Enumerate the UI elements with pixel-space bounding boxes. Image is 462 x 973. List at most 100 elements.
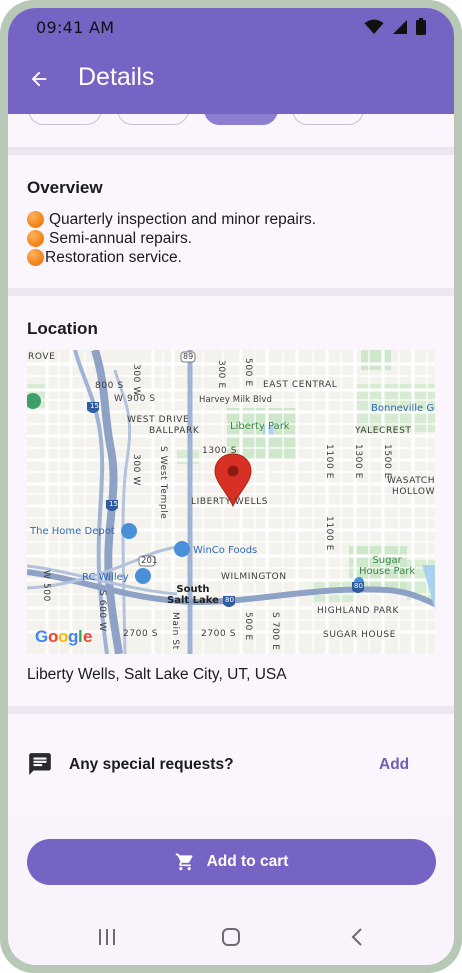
map-label: 1300 E (353, 444, 363, 480)
map-label: S West Temple (158, 446, 168, 520)
map-label: 80 (225, 596, 235, 604)
svg-text:e: e (83, 627, 92, 646)
list-item: Semi-annual repairs. (27, 229, 316, 248)
map-label: 500 E (243, 612, 253, 641)
map-label: WILMINGTON (221, 572, 287, 582)
add-to-cart-button[interactable]: Add to cart (27, 839, 436, 885)
map-label: 89 (183, 352, 194, 361)
overview-title: Overview (27, 178, 103, 197)
arrow-back-icon (28, 68, 50, 95)
map-label: Bonneville Golf (371, 403, 435, 414)
section-divider (8, 147, 454, 155)
svg-text:o: o (58, 627, 68, 646)
map-label: W 500 (41, 570, 51, 602)
map-label: WinCo Foods (193, 545, 258, 556)
option-chips-row (8, 114, 454, 128)
nav-back-button[interactable] (337, 926, 377, 952)
chat-message-icon (27, 751, 53, 777)
recent-apps-button[interactable] (87, 926, 127, 952)
map-label: BALLPARK (149, 426, 200, 436)
page-title: Details (78, 63, 155, 91)
status-bar: 09:41 AM (8, 8, 454, 46)
map-label: The Home Depot (30, 526, 115, 537)
map-label: 800 S (95, 381, 124, 391)
map-label: 15 (90, 402, 100, 410)
map-label: 300 W (131, 364, 141, 396)
nav-back-icon (350, 927, 364, 952)
map-label: 1100 E (324, 516, 334, 552)
map-label: 1300 S (202, 446, 238, 456)
map-label: Liberty Park (230, 421, 290, 432)
section-divider (8, 706, 454, 714)
poi-marker (174, 541, 190, 557)
map-label: 500 E (243, 358, 253, 387)
map-label: WASATCH HOLLOW (387, 476, 435, 497)
map-label: Main St (170, 612, 180, 650)
overview-item-text: Semi-annual repairs. (49, 229, 193, 247)
map-label: LIBERTY WELLS (191, 497, 269, 507)
map-label: SUGAR HOUSE (323, 630, 396, 640)
option-chip[interactable] (117, 114, 189, 125)
location-title: Location (27, 319, 98, 338)
poi-marker (121, 523, 137, 539)
poi-marker (135, 568, 151, 584)
map-label: 1100 E (324, 444, 334, 480)
svg-text:g: g (68, 627, 78, 646)
map-label: South Salt Lake (167, 584, 219, 606)
back-button[interactable] (24, 66, 54, 96)
orange-circle-icon (27, 230, 44, 247)
park-area (227, 408, 297, 460)
map-label: Harvey Milk Blvd (199, 395, 272, 405)
map-label: 2700 S (201, 629, 237, 639)
shopping-cart-icon (175, 852, 195, 872)
map-label: S 600 W (97, 590, 107, 632)
map-label: 201 (141, 556, 158, 566)
special-requests-row: Any special requests? Add (8, 738, 454, 794)
status-icons (364, 18, 426, 40)
status-time: 09:41 AM (36, 18, 115, 37)
map-label: 15 (109, 500, 119, 508)
map-label: ROVE (28, 352, 56, 362)
map-label: 80 (354, 582, 364, 590)
location-map[interactable]: G o o g l e ROVE 89 300 E 500 E 800 S 30… (27, 350, 435, 654)
option-chip[interactable] (292, 114, 364, 125)
app-screen: 09:41 AM Details Overview Quarterly insp… (8, 8, 454, 965)
system-nav-bar (8, 914, 454, 965)
cellular-signal-icon (392, 19, 408, 40)
list-item: Quarterly inspection and minor repairs. (27, 210, 316, 229)
section-divider (8, 288, 454, 296)
map-label: 300 W (131, 454, 141, 486)
map-label: W 900 S (114, 394, 156, 404)
map-label: EAST CENTRAL (263, 380, 338, 390)
overview-list: Quarterly inspection and minor repairs. … (27, 210, 316, 267)
wifi-icon (364, 19, 384, 40)
overview-item-text: Restoration service. (45, 248, 182, 266)
map-label: HIGHLAND PARK (317, 606, 400, 616)
list-item: Restoration service. (27, 248, 316, 267)
google-logo: G o o g l e (35, 627, 92, 646)
svg-text:o: o (48, 627, 58, 646)
top-app-bar: Details (8, 46, 454, 114)
park-area (361, 350, 391, 370)
home-button[interactable] (211, 926, 251, 952)
add-to-cart-label: Add to cart (206, 853, 289, 870)
option-chip-selected[interactable] (204, 114, 278, 125)
option-chip[interactable] (28, 114, 102, 125)
recent-apps-icon (97, 928, 117, 951)
battery-icon (416, 18, 426, 40)
map-label: 300 E (216, 360, 226, 389)
special-requests-label: Any special requests? (69, 756, 234, 773)
orange-circle-icon (27, 249, 44, 266)
orange-circle-icon (27, 211, 44, 228)
location-address: Liberty Wells, Salt Lake City, UT, USA (27, 666, 287, 683)
map-label: 1500 E (382, 444, 392, 480)
map-label: S 700 E (270, 612, 280, 651)
svg-text:G: G (35, 627, 48, 646)
overview-item-text: Quarterly inspection and minor repairs. (49, 210, 317, 228)
map-label: Sugar House Park (359, 555, 416, 577)
home-icon (221, 927, 241, 952)
add-request-button[interactable]: Add (379, 756, 409, 774)
map-label: WEST DRIVE (127, 415, 190, 425)
map-label: 2700 S (123, 629, 159, 639)
map-label: RC Willey (82, 572, 129, 583)
